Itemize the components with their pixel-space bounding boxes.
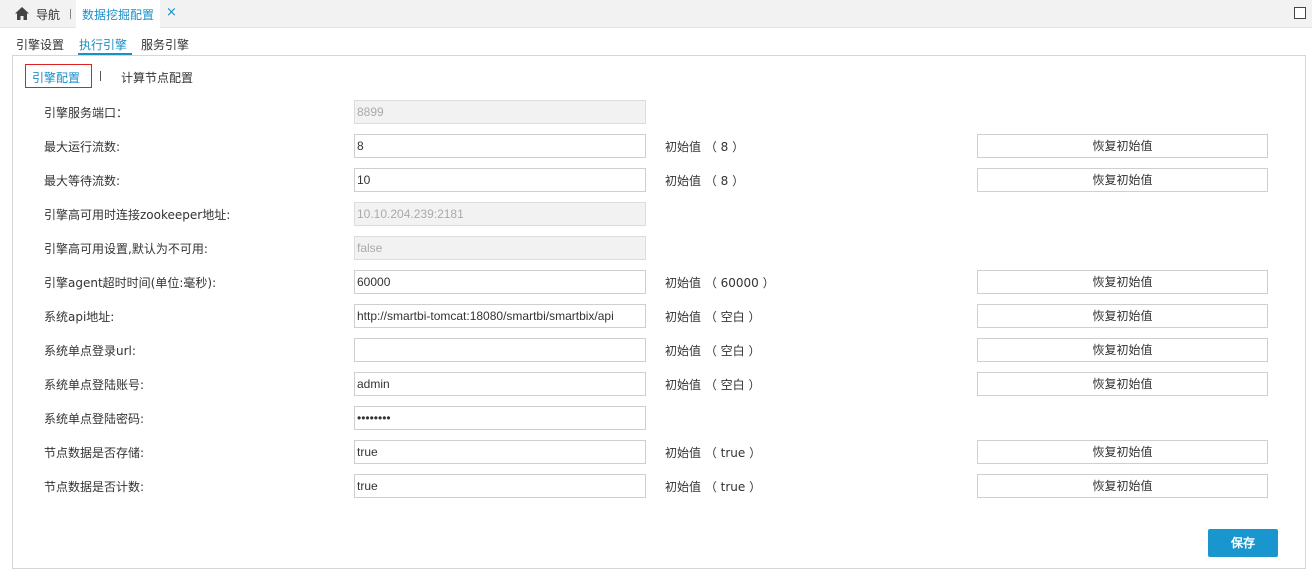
config-row: 引擎agent超时时间(单位:毫秒): 60000 初始值 （ 60000 ） 恢复初… bbox=[0, 270, 1312, 294]
initial-value-label: 初始值 （ 8 ） bbox=[665, 174, 745, 188]
initial-value-label: 初始值 （ 空白 ） bbox=[665, 344, 761, 358]
tab-data-mining-config[interactable]: 数据挖掘配置 bbox=[76, 0, 161, 28]
maximize-icon[interactable] bbox=[1294, 7, 1306, 19]
row-label: 引擎服务端口： bbox=[44, 106, 129, 120]
reset-default-button[interactable]: 恢复初始值 bbox=[977, 134, 1268, 158]
config-row: 节点数据是否存储: true 初始值 （ true ） 恢复初始值 bbox=[0, 440, 1312, 464]
row-label: 系统单点登陆账号: bbox=[44, 378, 145, 392]
text-input[interactable] bbox=[354, 338, 646, 362]
subtab-execution-engine[interactable]: 执行引擎 bbox=[79, 36, 127, 53]
initial-value-label: 初始值 （ true ） bbox=[665, 446, 762, 460]
row-label: 节点数据是否存储: bbox=[44, 446, 145, 460]
readonly-field: false bbox=[354, 236, 646, 260]
reset-default-button[interactable]: 恢复初始值 bbox=[977, 440, 1268, 464]
home-icon[interactable] bbox=[14, 6, 30, 21]
row-label: 系统api地址: bbox=[44, 310, 115, 324]
tab-label: 数据挖掘配置 bbox=[82, 8, 155, 22]
sub-tab-bar: 引擎设置 执行引擎 服务引擎 bbox=[0, 30, 1312, 56]
text-input[interactable]: admin bbox=[354, 372, 646, 396]
close-icon[interactable]: × bbox=[166, 6, 177, 20]
readonly-field: 8899 bbox=[354, 100, 646, 124]
row-label: 引擎高可用时连接zookeeper地址: bbox=[44, 208, 231, 222]
nav-separator bbox=[70, 9, 71, 19]
config-row: 节点数据是否计数: true 初始值 （ true ） 恢复初始值 bbox=[0, 474, 1312, 498]
text-input[interactable]: 10 bbox=[354, 168, 646, 192]
reset-default-button[interactable]: 恢复初始值 bbox=[977, 168, 1268, 192]
row-label: 引擎高可用设置,默认为不可用: bbox=[44, 242, 208, 256]
reset-default-button[interactable]: 恢复初始值 bbox=[977, 338, 1268, 362]
text-input[interactable]: 60000 bbox=[354, 270, 646, 294]
inner-tab-separator bbox=[100, 71, 101, 81]
readonly-field: 10.10.204.239:2181 bbox=[354, 202, 646, 226]
row-label: 引擎agent超时时间(单位:毫秒): bbox=[44, 276, 217, 290]
config-row: 引擎高可用时连接zookeeper地址: 10.10.204.239:2181 bbox=[0, 202, 1312, 226]
initial-value-label: 初始值 （ 空白 ） bbox=[665, 310, 761, 324]
row-label: 系统单点登录url: bbox=[44, 344, 136, 358]
reset-default-button[interactable]: 恢复初始值 bbox=[977, 304, 1268, 328]
initial-value-label: 初始值 （ 8 ） bbox=[665, 140, 745, 154]
nav-label[interactable]: 导航 bbox=[36, 6, 60, 23]
config-row: 最大运行流数: 8 初始值 （ 8 ） 恢复初始值 bbox=[0, 134, 1312, 158]
config-row: 系统单点登陆账号: admin 初始值 （ 空白 ） 恢复初始值 bbox=[0, 372, 1312, 396]
text-input[interactable]: true bbox=[354, 440, 646, 464]
reset-default-button[interactable]: 恢复初始值 bbox=[977, 474, 1268, 498]
save-button[interactable]: 保存 bbox=[1208, 529, 1278, 557]
subtab-engine-settings[interactable]: 引擎设置 bbox=[16, 36, 64, 53]
text-input[interactable]: •••••••• bbox=[354, 406, 646, 430]
config-row: 引擎服务端口： 8899 bbox=[0, 100, 1312, 124]
text-input[interactable]: http://smartbi-tomcat:18080/smartbi/smar… bbox=[354, 304, 646, 328]
text-input[interactable]: 8 bbox=[354, 134, 646, 158]
config-row: 系统单点登陆密码: •••••••• bbox=[0, 406, 1312, 430]
config-row: 最大等待流数: 10 初始值 （ 8 ） 恢复初始值 bbox=[0, 168, 1312, 192]
row-label: 节点数据是否计数: bbox=[44, 480, 145, 494]
reset-default-button[interactable]: 恢复初始值 bbox=[977, 372, 1268, 396]
top-bar: 导航 数据挖掘配置 × bbox=[0, 0, 1312, 28]
config-row: 系统api地址: http://smartbi-tomcat:18080/smar… bbox=[0, 304, 1312, 328]
reset-default-button[interactable]: 恢复初始值 bbox=[977, 270, 1268, 294]
row-label: 系统单点登陆密码: bbox=[44, 412, 145, 426]
config-row: 引擎高可用设置,默认为不可用: false bbox=[0, 236, 1312, 260]
inner-tab-engine-config[interactable]: 引擎配置 bbox=[32, 69, 80, 86]
config-row: 系统单点登录url: 初始值 （ 空白 ） 恢复初始值 bbox=[0, 338, 1312, 362]
inner-tab-compute-node-config[interactable]: 计算节点配置 bbox=[121, 69, 193, 86]
initial-value-label: 初始值 （ 60000 ） bbox=[665, 276, 775, 290]
text-input[interactable]: true bbox=[354, 474, 646, 498]
row-label: 最大等待流数: bbox=[44, 174, 121, 188]
initial-value-label: 初始值 （ true ） bbox=[665, 480, 762, 494]
subtab-service-engine[interactable]: 服务引擎 bbox=[141, 36, 189, 53]
initial-value-label: 初始值 （ 空白 ） bbox=[665, 378, 761, 392]
row-label: 最大运行流数: bbox=[44, 140, 121, 154]
